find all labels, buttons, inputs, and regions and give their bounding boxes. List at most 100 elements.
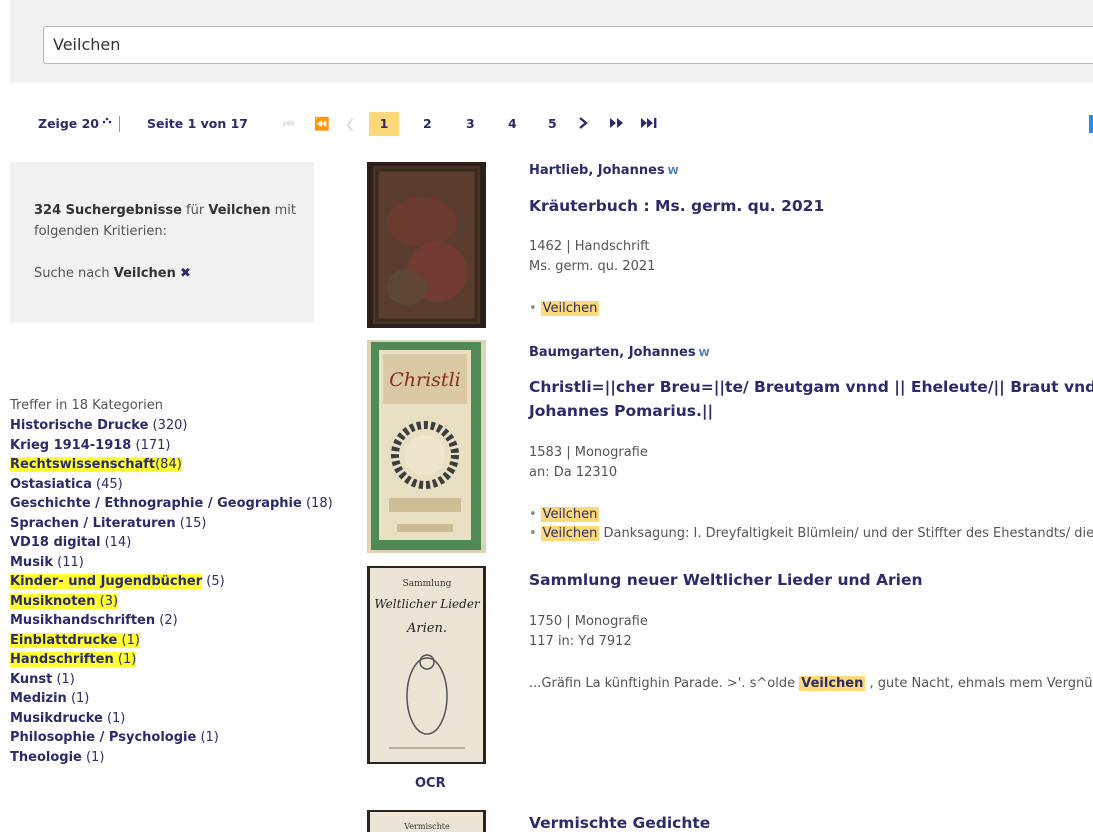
category-count: (2) xyxy=(159,613,177,628)
pagination-bar: Zeige 20 Seite 1 von 17 ⏮ ⏪ ❮ 1 2 3 4 5 xyxy=(0,112,1093,136)
category-count: (18) xyxy=(306,496,333,511)
category-name: Historische Drucke xyxy=(10,418,148,433)
category-count: (1) xyxy=(122,633,140,648)
result-hit-1: •Veilchen xyxy=(529,301,599,316)
search-criteria-box: 324 Suchergebnisse für Veilchen mit folg… xyxy=(10,162,314,323)
category-count: (1) xyxy=(71,691,89,706)
category-name: Medizin xyxy=(10,691,67,706)
category-count: (1) xyxy=(118,652,136,667)
category-name: Sprachen / Literaturen xyxy=(10,516,176,531)
hit-highlight: Veilchen xyxy=(541,301,600,316)
category-count: (171) xyxy=(136,438,171,453)
page-size-select-icon[interactable] xyxy=(101,111,113,135)
category-item[interactable]: Kunst (1) xyxy=(10,670,333,690)
category-item[interactable]: VD18 digital (14) xyxy=(10,533,333,553)
page-2-button[interactable]: 2 xyxy=(423,112,432,136)
result-title-4[interactable]: Vermischte Gedichte xyxy=(529,811,710,835)
category-count: (1) xyxy=(56,672,74,687)
title-line-2: Johannes Pomarius.|| xyxy=(529,399,1093,423)
hit-highlight: Veilchen xyxy=(541,507,600,522)
with-word: mit xyxy=(275,203,296,218)
result-thumbnail-3[interactable]: Sammlung Weltlicher Lieder Arien. xyxy=(367,566,486,764)
category-item[interactable]: Musikhandschriften (2) xyxy=(10,611,333,631)
category-item[interactable]: Ostasiatica (45) xyxy=(10,475,333,495)
category-item[interactable]: Handschriften (1) xyxy=(10,650,333,670)
search-input[interactable]: Veilchen xyxy=(43,26,1093,64)
category-list: Historische Drucke (320) Krieg 1914-1918… xyxy=(10,416,333,767)
criteria-summary: 324 Suchergebnisse für Veilchen mit xyxy=(34,203,296,218)
category-count: (11) xyxy=(57,555,84,570)
first-page-icon: ⏮ xyxy=(283,112,294,136)
result-author-2[interactable]: Baumgarten, JohannesW xyxy=(529,345,710,360)
svg-text:Weltlicher Lieder: Weltlicher Lieder xyxy=(374,597,481,611)
result-hit-2a: •Veilchen xyxy=(529,507,599,522)
criteria-line2: folgenden Kritierien: xyxy=(34,224,167,239)
category-name: VD18 digital xyxy=(10,535,100,550)
page-size-label[interactable]: Zeige 20 xyxy=(38,112,99,136)
category-item[interactable]: Philosophie / Psychologie (1) xyxy=(10,728,333,748)
category-name: Kunst xyxy=(10,672,52,687)
author-name: Hartlieb, Johannes xyxy=(529,163,665,178)
category-item[interactable]: Theologie (1) xyxy=(10,748,333,768)
category-item[interactable]: Medizin (1) xyxy=(10,689,333,709)
last-page-icon[interactable] xyxy=(640,112,658,136)
category-item[interactable]: Geschichte / Ethnographie / Geographie (… xyxy=(10,494,333,514)
criteria-filter: Suche nach Veilchen ✖ xyxy=(34,266,191,281)
category-item[interactable]: Musik (11) xyxy=(10,553,333,573)
remove-filter-icon[interactable]: ✖ xyxy=(180,266,191,281)
category-name: Theologie xyxy=(10,750,82,765)
result-date-type: 1462 | Handschrift xyxy=(529,237,655,257)
page-5-button[interactable]: 5 xyxy=(548,112,557,136)
svg-text:Arien.: Arien. xyxy=(406,621,447,636)
wiki-icon[interactable]: W xyxy=(668,166,679,177)
search-label: Suche nach xyxy=(34,266,110,281)
wiki-icon[interactable]: W xyxy=(699,348,710,359)
result-thumbnail-1[interactable] xyxy=(367,162,486,328)
category-name: Rechtswissenschaft xyxy=(10,457,155,472)
next-block-icon[interactable] xyxy=(609,112,625,136)
ocr-link[interactable]: OCR xyxy=(415,776,446,791)
category-item[interactable]: Einblattdrucke (1) xyxy=(10,631,333,651)
page-4-button[interactable]: 4 xyxy=(508,112,517,136)
result-snippet-3: ...Gräfin La künftighin Parade. >'. s^ol… xyxy=(529,676,1093,691)
category-name: Musikdrucke xyxy=(10,711,103,726)
category-item[interactable]: Kinder- und Jugendbücher (5) xyxy=(10,572,333,592)
result-author-1[interactable]: Hartlieb, JohannesW xyxy=(529,163,679,178)
category-item[interactable]: Krieg 1914-1918 (171) xyxy=(10,436,333,456)
previous-block-icon: ⏪ xyxy=(314,112,330,136)
category-count: (1) xyxy=(86,750,104,765)
category-name: Musiknoten xyxy=(10,594,96,609)
category-count: (14) xyxy=(105,535,132,550)
snippet-post: , gute Nacht, ehmals mem Vergnüge xyxy=(870,676,1093,691)
category-count: (1) xyxy=(107,711,125,726)
result-date-type: 1583 | Monografie xyxy=(529,443,648,463)
result-title-2[interactable]: Christli=||cher Breu=||te/ Breutgam vnnd… xyxy=(529,375,1093,423)
category-item[interactable]: Sprachen / Literaturen (15) xyxy=(10,514,333,534)
result-thumbnail-2[interactable]: Christli xyxy=(367,340,486,553)
category-item[interactable]: Historische Drucke (320) xyxy=(10,416,333,436)
hit-highlight: Veilchen xyxy=(799,676,865,691)
result-thumbnail-4[interactable]: Vermischte xyxy=(367,810,486,832)
category-item[interactable]: Musikdrucke (1) xyxy=(10,709,333,729)
category-name: Handschriften xyxy=(10,652,114,667)
result-meta-2: 1583 | Monografie an: Da 12310 xyxy=(529,443,648,483)
pager-divider xyxy=(119,116,120,132)
category-name: Einblattdrucke xyxy=(10,633,117,648)
result-hit-2b: •Veilchen Danksagung: I. Dreyfaltigkeit … xyxy=(529,526,1093,541)
result-meta-3: 1750 | Monografie 117 in: Yd 7912 xyxy=(529,612,648,652)
category-item[interactable]: Rechtswissenschaft(84) xyxy=(10,455,333,475)
page-1-button[interactable]: 1 xyxy=(369,112,399,136)
result-title-3[interactable]: Sammlung neuer Weltlicher Lieder und Ari… xyxy=(529,568,923,592)
search-bar: Veilchen xyxy=(10,0,1093,83)
result-title-1[interactable]: Kräuterbuch : Ms. germ. qu. 2021 xyxy=(529,194,824,218)
category-item[interactable]: Musiknoten (3) xyxy=(10,592,333,612)
hit-context: Danksagung: I. Dreyfaltigkeit Blümlein/ … xyxy=(604,526,1093,541)
category-name: Musikhandschriften xyxy=(10,613,155,628)
result-count: 324 Suchergebnisse xyxy=(34,203,182,218)
category-count: (320) xyxy=(153,418,188,433)
category-name: Kinder- und Jugendbücher xyxy=(10,574,202,589)
page-3-button[interactable]: 3 xyxy=(466,112,475,136)
criteria-query: Veilchen xyxy=(208,203,270,218)
next-page-icon[interactable] xyxy=(577,112,589,136)
blue-edge-marker xyxy=(1089,115,1093,133)
